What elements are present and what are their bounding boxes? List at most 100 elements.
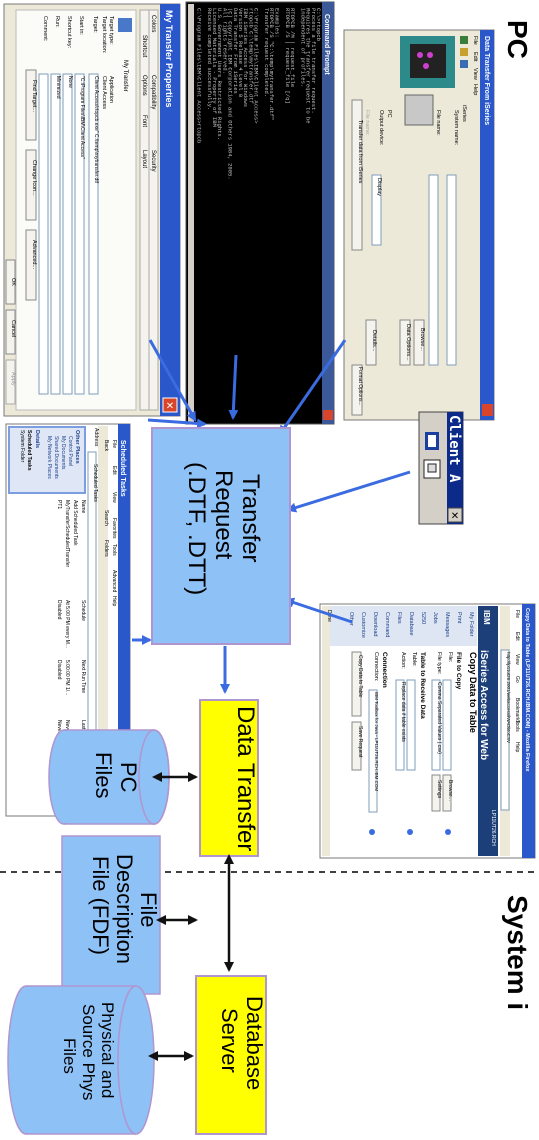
ff-nav-item[interactable]: Messages	[444, 612, 450, 637]
sched-address-label: Address	[93, 428, 99, 447]
file-name-input[interactable]	[428, 174, 439, 366]
client-access-shortcut[interactable]: Client A ✕	[418, 411, 464, 525]
field-label: Start in:	[78, 16, 84, 35]
ff-nav-item[interactable]: Customize	[360, 612, 366, 638]
sched-menu-item[interactable]: File	[111, 440, 117, 448]
dt-toolbar-icon[interactable]	[460, 48, 468, 56]
ff-menu: FileEditViewGoBookmarksToolsHelp	[514, 610, 520, 753]
tab-security[interactable]: Security	[150, 150, 156, 172]
field-value: Client Access	[101, 76, 107, 109]
ff-menu-item[interactable]: Tools	[514, 720, 520, 732]
command-prompt-screenshot: Command Prompt C:\>rtopcbProcess a file …	[185, 1, 335, 425]
pc-graphic	[404, 94, 434, 126]
ff-menu-item[interactable]: Edit	[514, 632, 520, 641]
ff-menu-item[interactable]: View	[514, 654, 520, 665]
dt-menu-view[interactable]: View	[472, 68, 478, 80]
other-place-link[interactable]: My Documents	[60, 436, 66, 470]
ff-menu-item[interactable]: Help	[514, 742, 520, 753]
sched-task-name[interactable]: Add Scheduled Task	[72, 500, 78, 546]
sched-menu-item[interactable]: Edit	[111, 466, 117, 475]
ff-nav-item[interactable]: Files	[396, 612, 402, 624]
ff-host: LP11UT26.RCH	[490, 810, 496, 846]
dt-close-button[interactable]	[482, 404, 493, 416]
pc-files-label: Files	[91, 752, 116, 798]
data-options-label: Data Options...	[405, 324, 411, 361]
shortcut-key-input[interactable]	[62, 73, 73, 395]
sched-task-name[interactable]: PT1	[56, 500, 62, 509]
ff-brand: iSeries Access for Web	[478, 650, 489, 760]
other-place-link[interactable]: Control Panel	[67, 436, 73, 466]
dt-title: Data Transfer From iSeries	[483, 36, 490, 125]
cmd-output-line: RTOPCB /S | request_file [/q]	[284, 8, 291, 104]
system-name-input[interactable]	[446, 174, 457, 366]
help-icon[interactable]	[369, 829, 375, 835]
ff-settings-label: Settings	[436, 780, 442, 799]
ff-menu-item[interactable]: Go	[514, 676, 520, 683]
cmd-output-line: C:\Program Files\IBM\Client Access>rtopc…	[195, 8, 202, 143]
ff-menu-item[interactable]: File	[514, 610, 520, 618]
ff-file-label: File:	[447, 652, 453, 663]
comment-input[interactable]	[38, 73, 49, 395]
ff-conn-section: Connection	[381, 652, 388, 688]
tab-colors[interactable]: Colors	[150, 15, 156, 32]
dt-label-iseries: iSeries	[461, 105, 467, 122]
other-place-link[interactable]: My Network Places	[46, 436, 52, 479]
cmd-close-button[interactable]	[323, 410, 333, 420]
sched-address-value: Scheduled Tasks	[92, 464, 98, 502]
field-label: Target:	[92, 16, 98, 33]
field-value: None	[67, 76, 73, 88]
ff-nav-item[interactable]: Command	[384, 612, 390, 637]
dt-menu-edit[interactable]: Edit	[472, 52, 478, 62]
ff-table-section: Table to Receive Data	[419, 652, 426, 719]
sched-task-cell: 5:00:00 PM 1/...	[64, 660, 70, 695]
tab-shortcut[interactable]: Shortcut	[141, 35, 147, 58]
ff-nav-item[interactable]: Database	[408, 612, 414, 636]
fdf-label: Description	[112, 854, 137, 964]
ff-nav-item[interactable]: Print	[456, 612, 462, 624]
ff-nav-item[interactable]: Other	[348, 612, 354, 626]
tab-options[interactable]: Options	[141, 75, 147, 96]
dt-menu-help[interactable]: Help	[472, 84, 478, 95]
ff-conn-value: IBM Toolbox for Java - LP11UT26.RCH.IBM.…	[374, 692, 379, 791]
help-icon[interactable]	[407, 829, 413, 835]
sched-menu-item[interactable]: Tools	[111, 544, 117, 556]
help-icon[interactable]	[445, 829, 451, 835]
sched-menu-item[interactable]: Help	[111, 596, 117, 607]
dt-menu-file[interactable]: File	[472, 36, 478, 45]
dt-toolbar-icon[interactable]	[460, 60, 468, 68]
ff-file-input[interactable]	[442, 679, 452, 771]
dt-toolbar-icon[interactable]	[460, 36, 468, 44]
sched-task-name[interactable]: MyTransferScheduledTransfer	[64, 500, 70, 567]
ff-ibm-logo: IBM	[482, 610, 491, 625]
dt-label-file: File name:	[435, 110, 441, 136]
field-label: Target location:	[101, 16, 107, 54]
sched-column-header: Next Run Time	[80, 660, 86, 693]
ff-nav-item[interactable]: 5250	[420, 612, 426, 624]
sched-search-button[interactable]: Search	[103, 510, 109, 526]
ff-table-input[interactable]	[406, 679, 416, 771]
ff-nav-item[interactable]: My Folder	[468, 612, 474, 637]
sched-menu-item[interactable]: Advanced	[111, 570, 117, 592]
cmd-output-line: Receive completed successfully.	[206, 8, 213, 110]
tab-font[interactable]: Font	[141, 115, 147, 127]
tab-layout[interactable]: Layout	[141, 150, 147, 168]
sched-back-button[interactable]: Back	[103, 440, 109, 452]
run-select[interactable]	[50, 73, 61, 395]
output-device-value: Display	[376, 178, 382, 196]
tab-compatibility[interactable]: Compatibility	[150, 75, 156, 109]
sched-menu-item[interactable]: Favorites	[111, 518, 117, 539]
physical-files-label: Files	[60, 1038, 79, 1074]
field-label: Run:	[54, 16, 60, 28]
cmd-scrollbar[interactable]	[188, 4, 194, 422]
sched-column-header: Name	[80, 500, 86, 514]
fdf-label: File (FDF)	[88, 856, 113, 955]
ff-nav-item[interactable]: Jobs	[432, 612, 438, 624]
sched-menu-item[interactable]: View	[111, 492, 117, 503]
field-label: Target type:	[108, 16, 114, 45]
sched-column-header: Schedule	[80, 600, 86, 621]
transfer-data-label: Transfer data from iSeries	[357, 120, 363, 184]
other-place-link[interactable]: Shared Documents	[53, 436, 59, 479]
ff-nav-item[interactable]: Download	[372, 612, 378, 636]
ff-browse-label: Browse...	[447, 780, 453, 801]
sched-folders-button[interactable]: Folders	[103, 540, 109, 557]
